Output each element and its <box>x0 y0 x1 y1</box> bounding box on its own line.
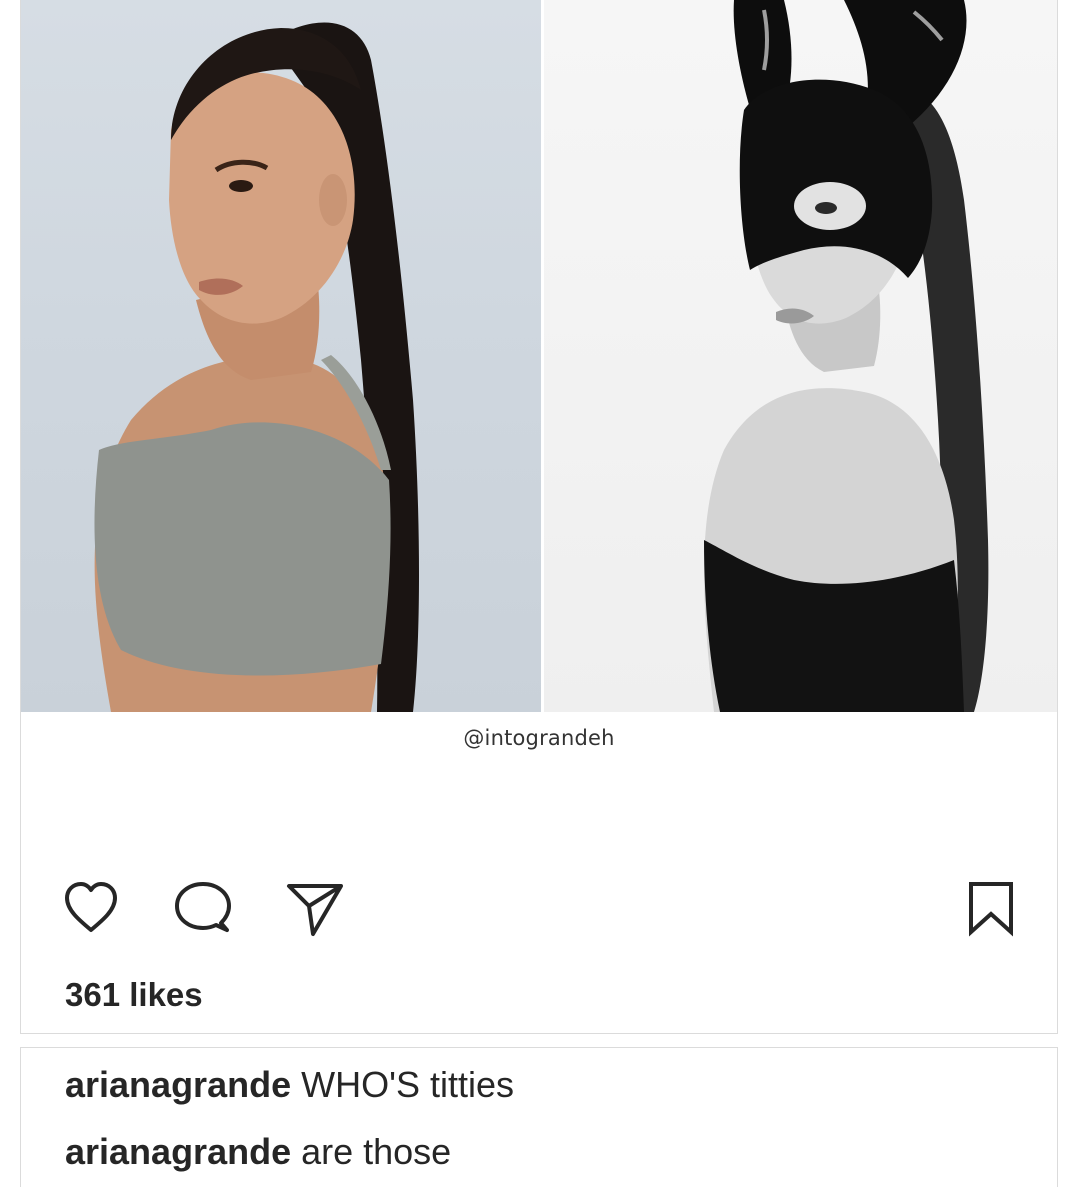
left-portrait-illustration <box>94 22 419 712</box>
share-button[interactable] <box>283 876 347 940</box>
heart-outline-icon <box>65 882 117 932</box>
save-button[interactable] <box>959 876 1023 940</box>
left-photo <box>21 0 541 712</box>
comments-section: arianagrande WHO'S titties arianagrande ar… <box>20 1047 1058 1187</box>
comment-username[interactable]: arianagrande <box>65 1131 291 1172</box>
comment-item: arianagrande are those <box>65 1131 451 1173</box>
comment-username[interactable]: arianagrande <box>65 1064 291 1105</box>
right-photo <box>544 0 1057 712</box>
comment-button[interactable] <box>171 876 235 940</box>
post-card: @intograndeh 361 likes <box>20 0 1058 1034</box>
speech-bubble-icon <box>175 882 231 932</box>
bookmark-outline-icon <box>969 882 1013 937</box>
comment-text: WHO'S titties <box>301 1064 514 1105</box>
post-action-bar <box>21 860 1057 960</box>
comment-text: are those <box>301 1131 452 1172</box>
likes-count[interactable]: 361 likes <box>65 976 203 1014</box>
post-image[interactable]: @intograndeh <box>21 0 1057 822</box>
image-watermark: @intograndeh <box>463 726 615 750</box>
comment-item: arianagrande WHO'S titties <box>65 1064 514 1106</box>
like-button[interactable] <box>59 876 123 940</box>
right-portrait-illustration <box>704 0 989 712</box>
paper-plane-icon <box>287 884 343 936</box>
